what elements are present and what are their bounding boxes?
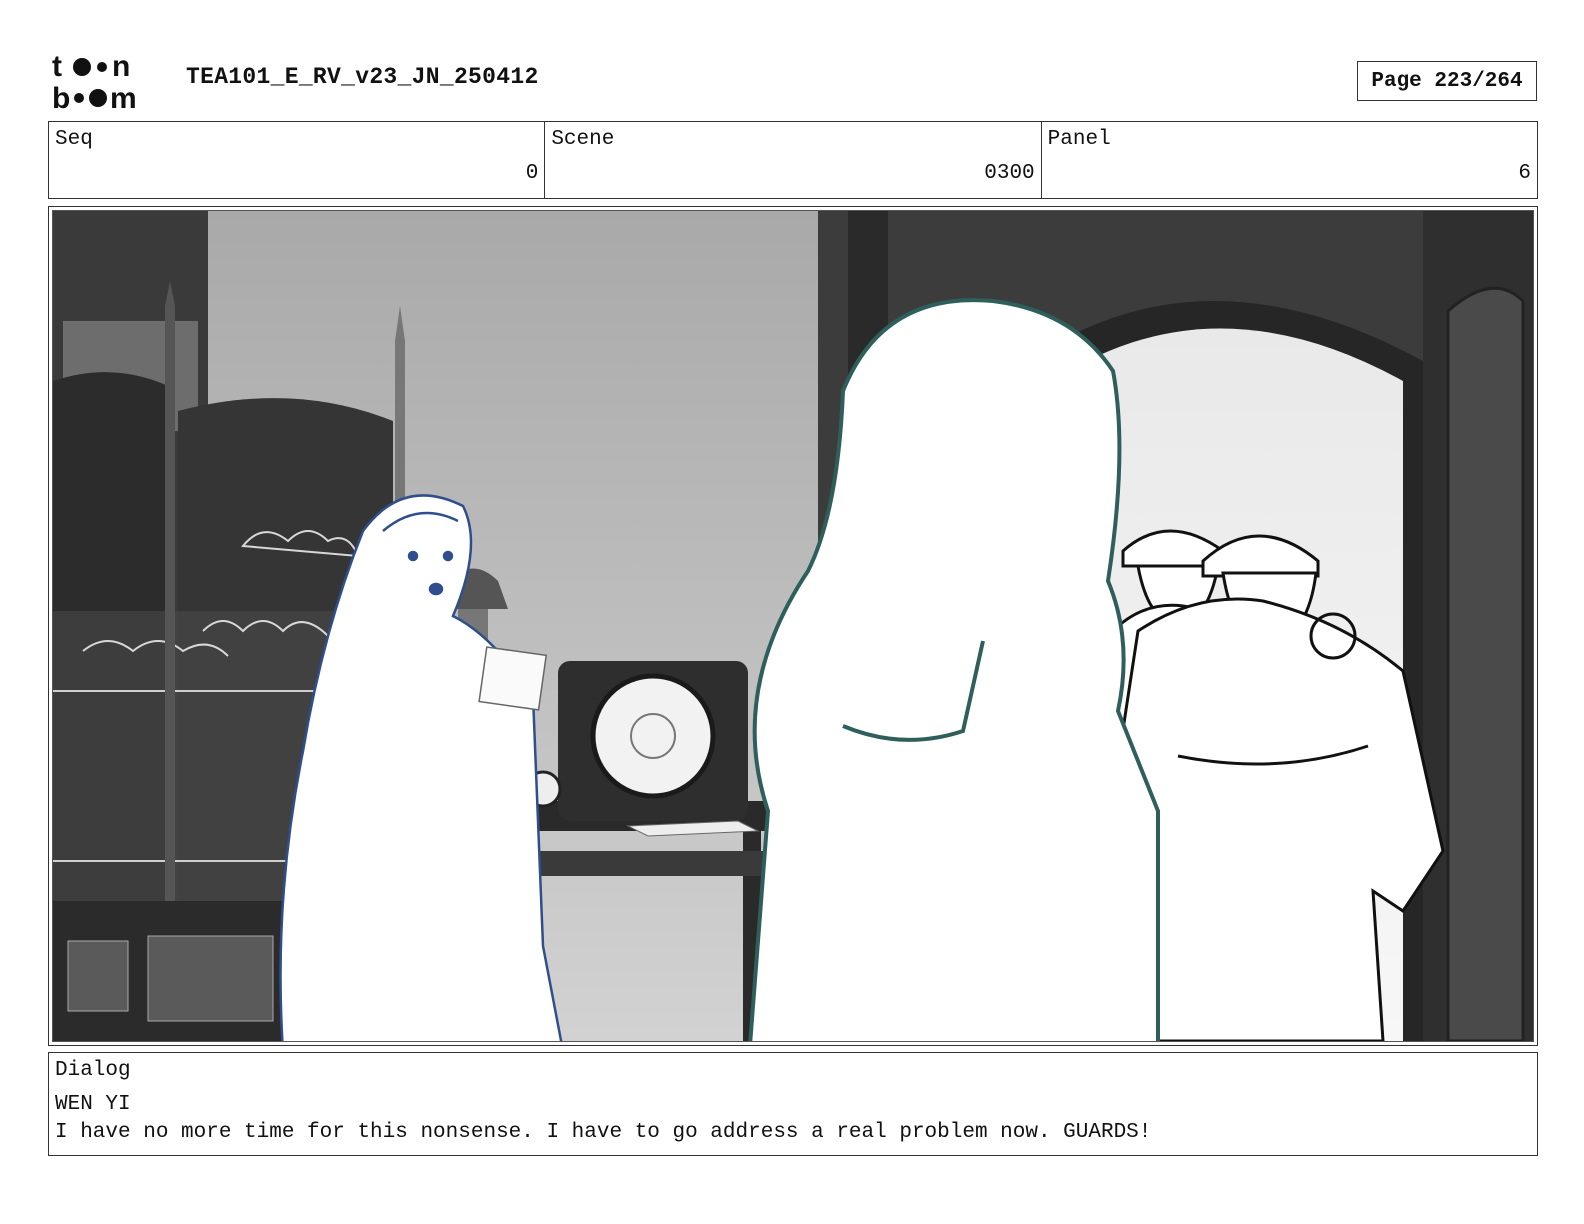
dialog-label: Dialog xyxy=(55,1059,131,1082)
storyboard-panel-image xyxy=(52,210,1534,1042)
svg-text:n: n xyxy=(112,50,130,83)
scene-label: Scene xyxy=(551,128,615,151)
seq-value: 0 xyxy=(525,162,539,185)
dialog-box: Dialog WEN YI I have no more time for th… xyxy=(48,1052,1538,1156)
svg-text:b: b xyxy=(52,82,70,112)
scene-value: 0300 xyxy=(984,162,1035,185)
panel-value: 6 xyxy=(1518,162,1531,185)
seq-cell: Seq 0 xyxy=(49,122,546,198)
svg-text:t: t xyxy=(52,50,62,83)
scene-cell: Scene 0300 xyxy=(545,122,1042,198)
page-indicator: Page 223/264 xyxy=(1357,61,1537,101)
dialog-speaker: WEN YI xyxy=(55,1093,131,1116)
panel-cell: Panel 6 xyxy=(1042,122,1537,198)
document-title: TEA101_E_RV_v23_JN_250412 xyxy=(186,64,539,90)
panel-frame xyxy=(48,206,1538,1046)
panel-label: Panel xyxy=(1047,128,1111,151)
shot-info-row: Seq 0 Scene 0300 Panel 6 xyxy=(48,121,1538,199)
seq-label: Seq xyxy=(55,128,93,151)
svg-text:m: m xyxy=(110,82,137,112)
dialog-line: I have no more time for this nonsense. I… xyxy=(55,1121,1152,1144)
toon-boom-logo: t n b m xyxy=(52,50,137,112)
